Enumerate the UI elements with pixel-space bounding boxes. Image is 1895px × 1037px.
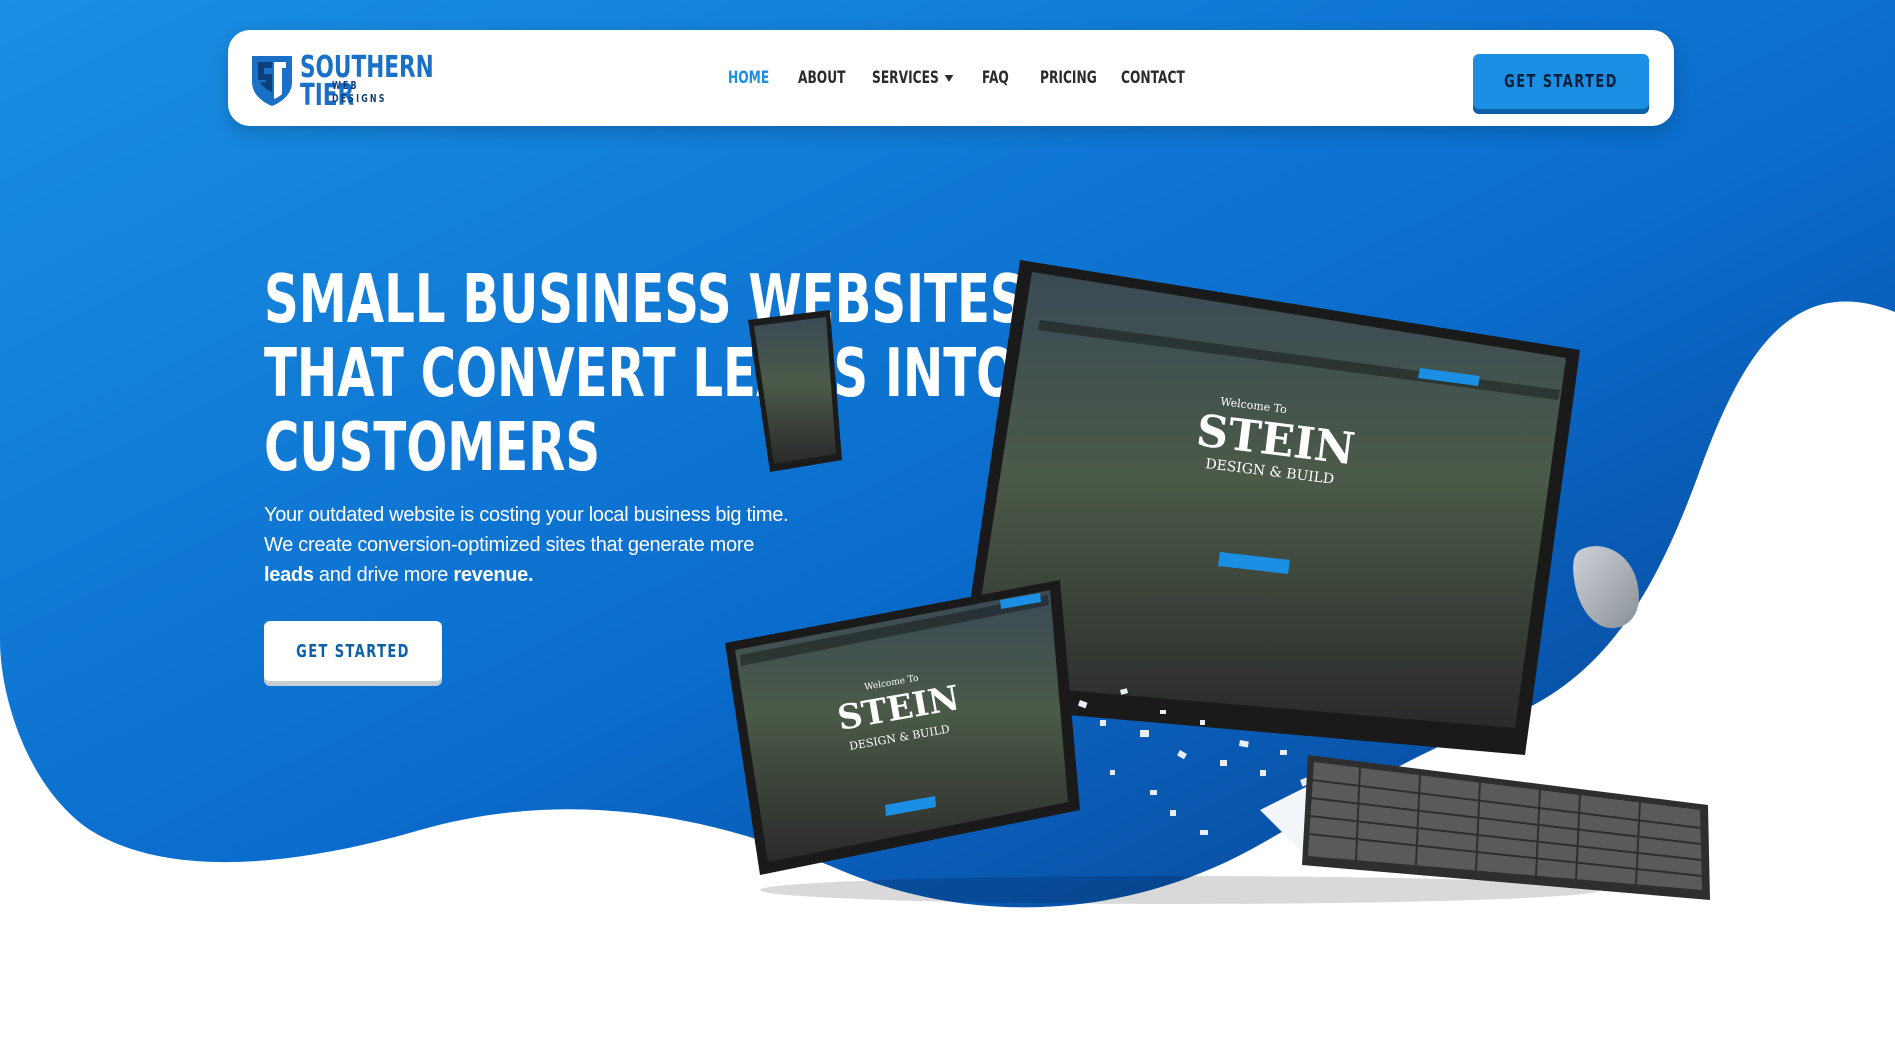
nav-item-services[interactable]: SERVICES — [872, 66, 954, 90]
hero-subtext-part2: and drive more — [313, 564, 454, 586]
device-mockups-image: Welcome To STEIN DESIGN & BUILD Welcome … — [725, 260, 1710, 904]
hero-get-started-label: GET STARTED — [296, 640, 410, 662]
site-header: SOUTHERN TIER WEB DESIGNS HOME ABOUT SER… — [228, 30, 1674, 126]
mouse-mockup — [1573, 546, 1639, 629]
shadow — [760, 876, 1600, 904]
chevron-down-icon — [944, 74, 954, 82]
nav-item-about[interactable]: ABOUT — [798, 66, 845, 90]
logo-tagline-line2: DESIGNS — [332, 92, 387, 105]
tablet-mockup: Welcome To STEIN DESIGN & BUILD — [725, 580, 1080, 875]
header-get-started-label: GET STARTED — [1504, 71, 1618, 92]
nav-item-pricing[interactable]: PRICING — [1040, 66, 1097, 90]
nav-item-home[interactable]: HOME — [728, 66, 769, 90]
nav-item-faq[interactable]: FAQ — [982, 66, 1009, 90]
header-get-started-button[interactable]: GET STARTED — [1473, 54, 1649, 109]
phone-mockup — [748, 310, 842, 472]
nav-item-services-label: SERVICES — [872, 68, 939, 88]
hero-get-started-button[interactable]: GET STARTED — [264, 621, 442, 681]
logo-tagline-line1: WEB — [332, 79, 359, 92]
nav-item-contact[interactable]: CONTACT — [1121, 66, 1185, 90]
site-logo[interactable]: SOUTHERN TIER WEB DESIGNS — [250, 50, 434, 113]
shield-monogram-icon — [252, 56, 292, 106]
hero-section: SOUTHERN TIER WEB DESIGNS HOME ABOUT SER… — [0, 0, 1895, 1037]
hero-subtext-bold1: leads — [264, 564, 314, 586]
hero-subtext-bold2: revenue. — [453, 564, 534, 586]
